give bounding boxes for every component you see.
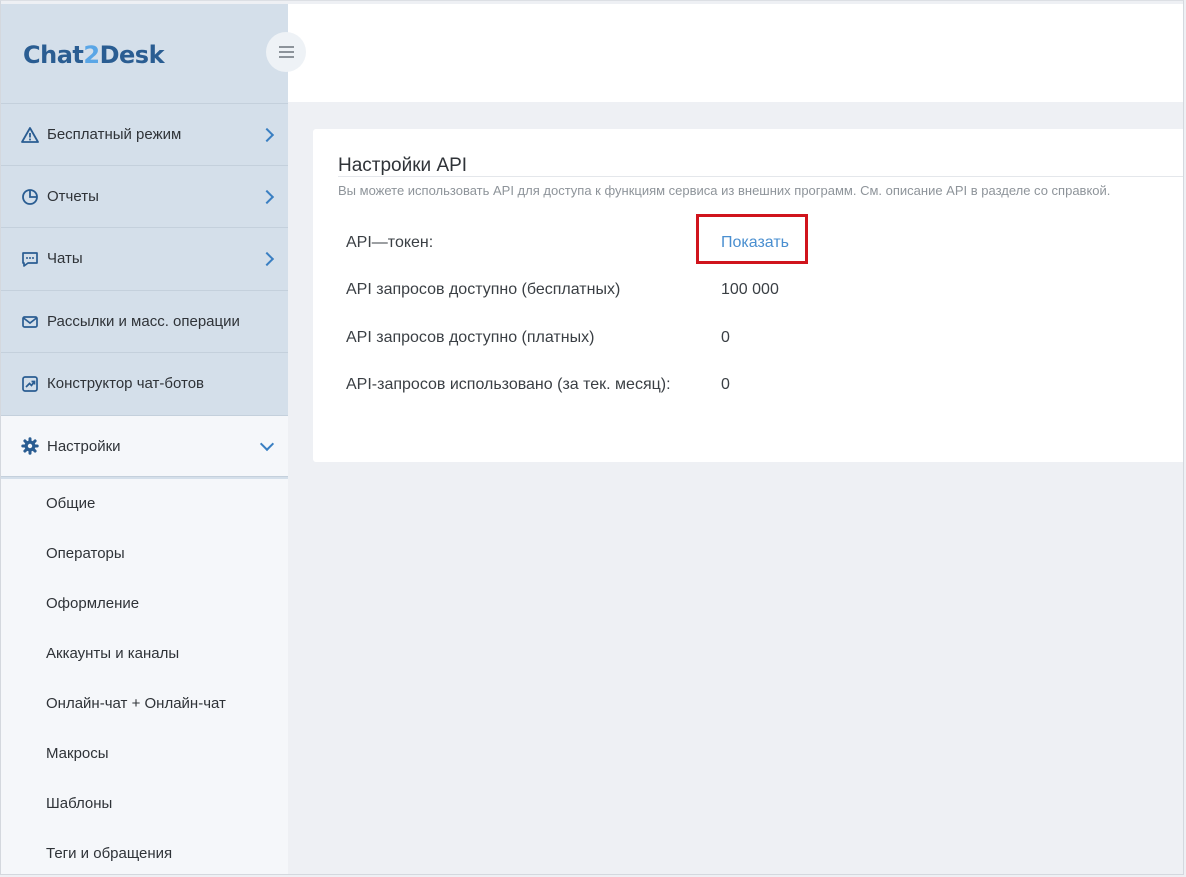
sidebar-item-label: Рассылки и масс. операции	[47, 313, 240, 330]
settings-subitem-appearance[interactable]: Оформление	[46, 595, 139, 612]
settings-subitem-operators[interactable]: Операторы	[46, 545, 125, 562]
sidebar-item-label: Конструктор чат-ботов	[47, 375, 205, 392]
paid-requests-value: 0	[721, 329, 730, 346]
api-settings-card: Настройки API Вы можете использовать API…	[313, 129, 1184, 462]
chart-arrow-icon	[21, 375, 39, 393]
gear-icon	[21, 437, 39, 455]
envelope-icon	[21, 313, 39, 331]
used-requests-value: 0	[721, 376, 730, 393]
top-bar	[288, 4, 1184, 102]
chevron-right-icon	[259, 251, 275, 266]
warning-icon	[21, 126, 39, 144]
chevron-right-icon	[259, 189, 275, 204]
sidebar-item-mailings[interactable]: Рассылки и масс. операции	[1, 290, 288, 352]
hamburger-icon	[278, 51, 294, 53]
paid-requests-label: API запросов доступно (платных)	[346, 329, 595, 346]
sidebar-item-reports[interactable]: Отчеты	[1, 165, 288, 227]
menu-toggle-button[interactable]	[266, 32, 306, 72]
settings-subitem-tags[interactable]: Теги и обращения	[46, 845, 172, 862]
sidebar-item-chats[interactable]: Чаты	[1, 227, 288, 289]
sidebar-item-label: Бесплатный режим	[47, 126, 182, 143]
logo[interactable]: Chat2Desk	[23, 41, 165, 69]
chevron-right-icon	[259, 127, 275, 142]
used-requests-label: API-запросов использовано (за тек. месяц…	[346, 376, 671, 393]
settings-subitem-online-chat[interactable]: Онлайн-чат + Онлайн-чат	[46, 695, 226, 712]
chat-icon	[21, 250, 39, 268]
settings-subitem-general[interactable]: Общие	[46, 495, 95, 512]
sidebar-item-settings[interactable]: Настройки	[1, 415, 288, 477]
free-requests-value: 100 000	[721, 281, 779, 298]
settings-subitem-accounts-channels[interactable]: Аккаунты и каналы	[46, 645, 179, 662]
sidebar-item-label: Настройки	[47, 437, 121, 455]
settings-subitem-templates[interactable]: Шаблоны	[46, 795, 112, 812]
pie-chart-icon	[21, 188, 39, 206]
sidebar-item-free-mode[interactable]: Бесплатный режим	[1, 103, 288, 165]
sidebar-item-bot-builder[interactable]: Конструктор чат-ботов	[1, 352, 288, 414]
sidebar-item-label: Отчеты	[47, 188, 99, 205]
divider	[338, 176, 1184, 177]
sidebar: Chat2Desk Бесплатный режим Отчеты Чаты Р…	[1, 4, 288, 875]
page-title: Настройки API	[338, 155, 468, 176]
free-requests-label: API запросов доступно (бесплатных)	[346, 281, 621, 298]
sidebar-item-label: Чаты	[47, 250, 83, 267]
settings-subitem-macros[interactable]: Макросы	[46, 745, 109, 762]
chevron-down-icon	[259, 436, 275, 452]
api-token-label: API—токен:	[346, 234, 434, 251]
api-description: Вы можете использовать API для доступа к…	[338, 183, 1111, 198]
highlight-box	[696, 214, 808, 264]
